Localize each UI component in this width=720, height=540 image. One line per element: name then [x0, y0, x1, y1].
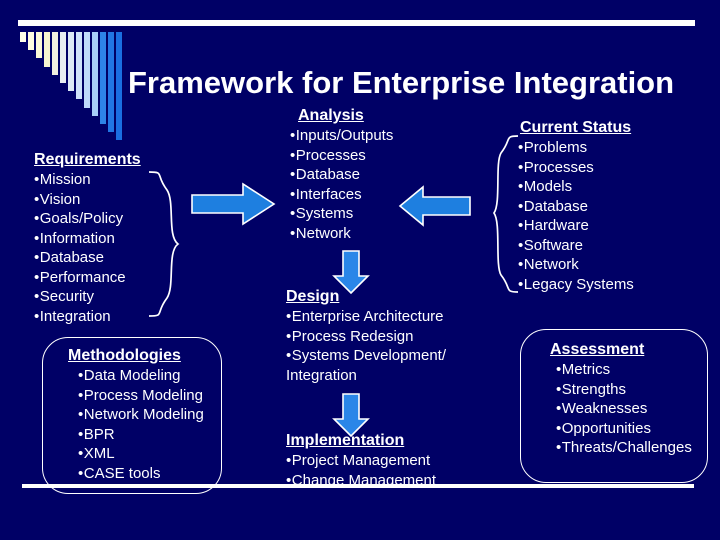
decor-bar [20, 32, 26, 42]
list-item-label: Enterprise Architecture [291, 308, 444, 325]
list-item: •Database [290, 165, 465, 185]
list-item: •Project Management [286, 451, 486, 471]
slide-canvas: Framework for Enterprise Integration Req… [0, 0, 720, 540]
list-item-label: Hardware [523, 217, 589, 234]
list-item-label: Strengths [561, 380, 626, 398]
list-item-label: Process Modeling [83, 386, 203, 404]
list-item-label: Network [295, 224, 351, 242]
list-item-label: Network [523, 256, 579, 273]
list-item: •Inputs/Outputs [290, 126, 465, 146]
list-item-label: Data Modeling [83, 367, 181, 384]
decor-bar [92, 32, 98, 116]
assessment-block: Assessment •Metrics •Strengths •Weakness… [538, 340, 718, 458]
list-item-label: Network Modeling [83, 406, 204, 423]
page-title: Framework for Enterprise Integration [128, 65, 675, 100]
analysis-heading: Analysis [298, 107, 364, 124]
list-item: •Network Modeling [60, 405, 230, 425]
list-item-label: Software [523, 236, 583, 254]
list-item-label: Metrics [561, 361, 611, 378]
list-item-label: Process Redesign [291, 327, 414, 345]
list-item-label: Models [523, 178, 573, 195]
list-item-label: Legacy Systems [523, 275, 634, 293]
decor-bar [116, 32, 122, 141]
requirements-heading: Requirements [34, 151, 141, 168]
list-item: •Systems Development/ [286, 346, 486, 366]
list-item: •Threats/Challenges [538, 438, 718, 458]
decor-bar [76, 32, 82, 100]
list-item-label: Inputs/Outputs [295, 127, 394, 144]
list-item-continuation: Integration [286, 366, 357, 384]
decor-bar [108, 32, 114, 133]
design-heading: Design [286, 288, 340, 305]
list-item-label: BPR [83, 425, 115, 443]
decor-bar [68, 32, 74, 92]
list-item-label: XML [83, 445, 115, 462]
list-item: •Hardware [518, 216, 708, 236]
list-item-label: Systems Development/ [291, 347, 446, 364]
list-item: •Processes [290, 146, 465, 166]
curly-brace-right-icon [148, 171, 180, 317]
list-item-label: Threats/Challenges [561, 439, 692, 456]
list-item: •BPR [60, 425, 230, 445]
arrow-right-icon [191, 182, 276, 226]
list-item-label: Systems [295, 205, 354, 222]
list-item: •Network [518, 255, 708, 275]
decor-bar [44, 32, 50, 67]
list-item: •Models [518, 177, 708, 197]
list-item: •Problems [518, 138, 708, 158]
list-item-label: Opportunities [561, 419, 651, 437]
bottom-rule [22, 484, 694, 488]
list-item-label: Performance [39, 268, 126, 286]
implementation-heading: Implementation [286, 432, 405, 449]
list-item: •XML [60, 444, 230, 464]
list-item-label: Database [39, 249, 104, 266]
decor-bar [60, 32, 66, 83]
list-item-label: Database [523, 197, 588, 215]
decor-bar [84, 32, 90, 108]
top-rule [18, 20, 695, 26]
decor-bar [28, 32, 34, 51]
decor-bar [52, 32, 58, 75]
list-item-label: Processes [523, 158, 594, 176]
design-block: Design •Enterprise Architecture •Process… [286, 287, 486, 385]
methodologies-block: Methodologies •Data Modeling •Process Mo… [60, 346, 230, 483]
list-item: •Legacy Systems [518, 275, 708, 295]
implementation-block: Implementation •Project Management •Chan… [286, 431, 486, 490]
list-item-label: Processes [295, 146, 366, 164]
list-item-label: Information [39, 229, 115, 247]
list-item-label: Problems [523, 139, 588, 156]
list-item: •Opportunities [538, 419, 718, 439]
list-item: •Metrics [538, 360, 718, 380]
list-item: •Software [518, 236, 708, 256]
list-item-label: Project Management [291, 452, 431, 469]
assessment-heading: Assessment [550, 341, 645, 358]
list-item: •Process Modeling [60, 386, 230, 406]
list-item: •Database [518, 197, 708, 217]
list-item-label: Mission [39, 171, 91, 188]
decor-bar [100, 32, 106, 124]
decor-bar [36, 32, 42, 59]
decorative-bar-graphic [20, 32, 130, 142]
current-status-block: Current Status •Problems •Processes •Mod… [518, 118, 708, 294]
list-item-label: Interfaces [295, 185, 362, 203]
list-item-label: Database [295, 166, 360, 183]
current-status-heading: Current Status [520, 119, 632, 136]
list-item: •Process Redesign [286, 327, 486, 347]
list-item: •Enterprise Architecture [286, 307, 486, 327]
list-item: •Weaknesses [538, 399, 718, 419]
list-item-label: Integration [39, 307, 111, 325]
list-item-label: CASE tools [83, 464, 161, 482]
list-item: •Data Modeling [60, 366, 230, 386]
list-item-label: Weaknesses [561, 400, 648, 417]
list-item: •Strengths [538, 380, 718, 400]
list-item-label: Security [39, 288, 94, 305]
list-item-label: Vision [39, 190, 81, 208]
methodologies-heading: Methodologies [68, 347, 181, 364]
arrow-left-icon [398, 185, 471, 227]
list-item: •CASE tools [60, 464, 230, 484]
list-item: •Processes [518, 158, 708, 178]
list-item-label: Goals/Policy [39, 210, 124, 227]
